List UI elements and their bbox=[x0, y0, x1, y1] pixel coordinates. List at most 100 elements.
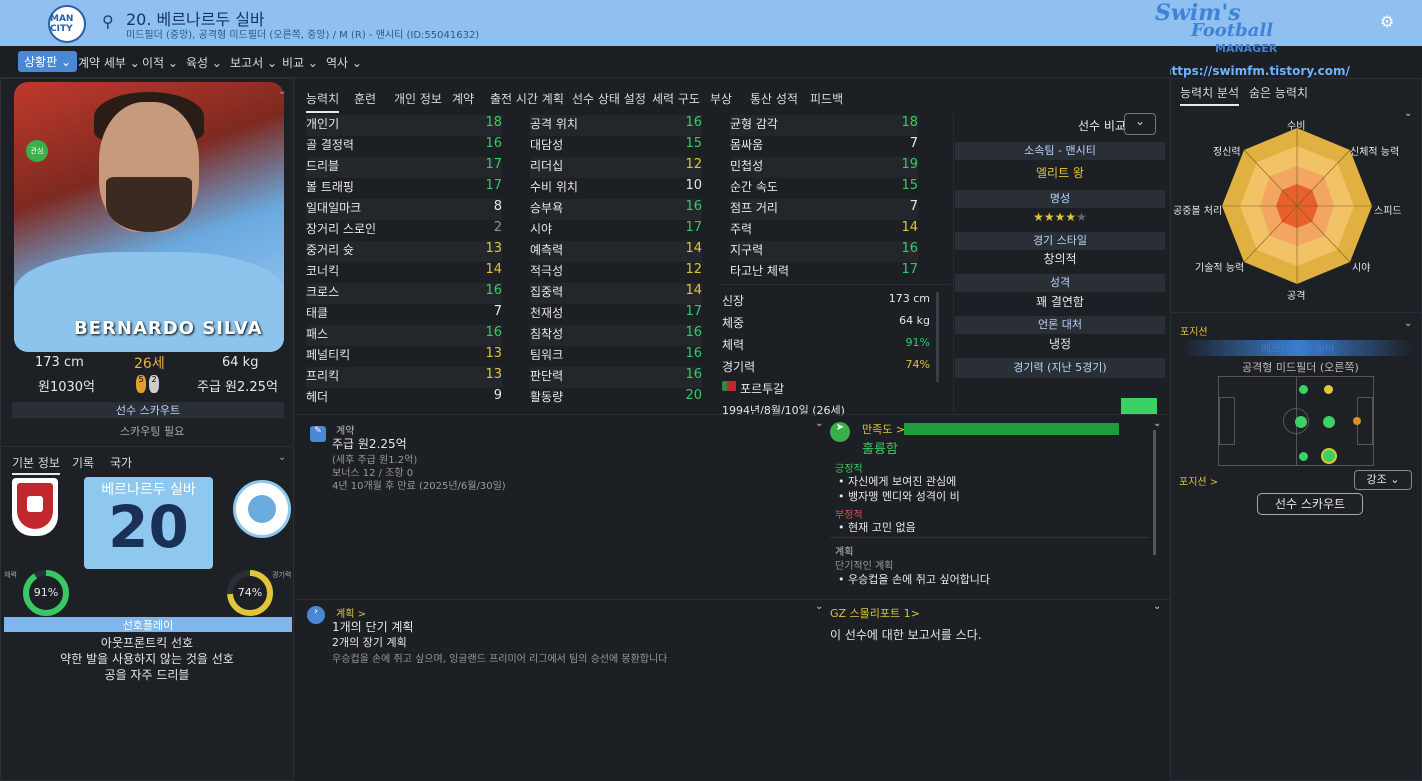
attribute-row[interactable]: 코너킥 14 bbox=[306, 262, 502, 283]
attribute-row[interactable]: 공격 위치 16 bbox=[530, 115, 702, 136]
attribute-value: 16 bbox=[685, 346, 702, 361]
tab-personal[interactable]: 개인 정보 bbox=[394, 90, 442, 107]
attribute-value: 18 bbox=[901, 115, 918, 130]
scout-player-button[interactable]: 선수 스카우트 bbox=[1257, 493, 1363, 515]
club-header: 소속팀 - 맨시티 bbox=[955, 142, 1165, 160]
compare-dropdown[interactable]: ⌄ bbox=[1124, 113, 1156, 135]
search-icon[interactable]: ⚲ bbox=[102, 12, 114, 31]
attribute-row[interactable]: 집중력 14 bbox=[530, 283, 702, 304]
menu-report[interactable]: 보고서 ⌄ bbox=[230, 54, 277, 71]
attribute-row[interactable]: 시야 17 bbox=[530, 220, 702, 241]
attribute-value: 16 bbox=[485, 325, 502, 340]
chevron-down-icon[interactable]: ⌄ bbox=[1153, 601, 1161, 612]
attribute-value: 10 bbox=[685, 178, 702, 193]
attribute-row[interactable]: 볼 트래핑 17 bbox=[306, 178, 502, 199]
chevron-down-icon[interactable]: ⌄ bbox=[278, 452, 286, 463]
menu-history[interactable]: 역사 ⌄ bbox=[326, 54, 362, 71]
attribute-row[interactable]: 리더십 12 bbox=[530, 157, 702, 178]
attribute-label: 중거리 슛 bbox=[306, 243, 354, 257]
chevron-down-icon[interactable]: ⌄ bbox=[278, 86, 286, 97]
tab-attr-analysis[interactable]: 능력치 분석 bbox=[1180, 84, 1240, 106]
attribute-row[interactable]: 판단력 16 bbox=[530, 367, 702, 388]
attribute-value: 16 bbox=[485, 283, 502, 298]
attribute-label: 코너킥 bbox=[306, 264, 340, 278]
attribute-row[interactable]: 프리킥 13 bbox=[306, 367, 502, 388]
physical-row: 체중 64 kg bbox=[722, 314, 930, 335]
attribute-row[interactable]: 균형 감각 18 bbox=[730, 115, 918, 136]
tab-basic-info[interactable]: 기본 정보 bbox=[12, 454, 60, 475]
attribute-row[interactable]: 민첩성 19 bbox=[730, 157, 918, 178]
radar-label: 수비 bbox=[1287, 121, 1306, 132]
attribute-row[interactable]: 개인기 18 bbox=[306, 115, 502, 136]
attribute-row[interactable]: 일대일마크 8 bbox=[306, 199, 502, 220]
position-link[interactable]: 포지션 > bbox=[1179, 473, 1218, 488]
form-header: 경기력 (지난 5경기) bbox=[955, 358, 1165, 378]
menu-overview[interactable]: 상황판 ⌄ bbox=[18, 51, 77, 72]
attribute-row[interactable]: 천재성 17 bbox=[530, 304, 702, 325]
attribute-row[interactable]: 수비 위치 10 bbox=[530, 178, 702, 199]
chevron-down-icon[interactable]: ⌄ bbox=[815, 601, 823, 612]
attribute-label: 대담성 bbox=[530, 138, 564, 152]
attribute-row[interactable]: 팀워크 16 bbox=[530, 346, 702, 367]
attribute-row[interactable]: 태클 7 bbox=[306, 304, 502, 325]
helmet-icon[interactable]: ⚙ bbox=[1380, 12, 1394, 31]
attribute-value: 12 bbox=[685, 262, 702, 277]
attribute-row[interactable]: 지구력 16 bbox=[730, 241, 918, 262]
tab-career[interactable]: 통산 성적 bbox=[750, 90, 798, 107]
tab-feedback[interactable]: 피드백 bbox=[810, 90, 843, 107]
attribute-row[interactable]: 주력 14 bbox=[730, 220, 918, 241]
physical-row: 신장 173 cm bbox=[722, 292, 930, 313]
chevron-down-icon[interactable]: ⌄ bbox=[1404, 318, 1412, 329]
attribute-row[interactable]: 침착성 16 bbox=[530, 325, 702, 346]
attribute-row[interactable]: 크로스 16 bbox=[306, 283, 502, 304]
radar-label: 공격 bbox=[1287, 291, 1306, 302]
chevron-down-icon[interactable]: ⌄ bbox=[1404, 108, 1412, 119]
menu-contract[interactable]: 계약 세부 ⌄ bbox=[78, 54, 140, 71]
tab-records[interactable]: 기록 bbox=[72, 454, 94, 471]
media-header: 언론 대처 bbox=[955, 316, 1165, 334]
club-status: 엘리트 왕 bbox=[1036, 166, 1084, 180]
attribute-row[interactable]: 패스 16 bbox=[306, 325, 502, 346]
menu-transfer[interactable]: 이적 ⌄ bbox=[142, 54, 178, 71]
attribute-row[interactable]: 활동량 20 bbox=[530, 388, 702, 409]
tab-nation[interactable]: 국가 bbox=[110, 454, 132, 471]
report-label[interactable]: GZ 스몰리포트 1> bbox=[830, 605, 920, 621]
tab-dynamics[interactable]: 세력 구도 bbox=[652, 90, 700, 107]
attribute-row[interactable]: 적극성 12 bbox=[530, 262, 702, 283]
attribute-row[interactable]: 헤더 9 bbox=[306, 388, 502, 409]
chevron-down-icon[interactable]: ⌄ bbox=[815, 418, 823, 429]
menu-compare[interactable]: 비교 ⌄ bbox=[282, 54, 318, 71]
tab-contract[interactable]: 계약 bbox=[452, 90, 474, 107]
chevron-down-icon[interactable]: ⌄ bbox=[1153, 418, 1161, 429]
physical-label: 체력 bbox=[722, 338, 745, 352]
tab-playing-time[interactable]: 출전 시간 계획 bbox=[490, 90, 564, 107]
menu-develop[interactable]: 육성 ⌄ bbox=[186, 54, 222, 71]
club-crest[interactable]: MAN CITY bbox=[48, 5, 86, 43]
attribute-row[interactable]: 몸싸움 7 bbox=[730, 136, 918, 157]
tab-attributes[interactable]: 능력치 bbox=[306, 90, 340, 113]
attribute-row[interactable]: 승부욕 16 bbox=[530, 199, 702, 220]
attribute-row[interactable]: 중거리 슛 13 bbox=[306, 241, 502, 262]
radar-label: 기술적 능력 bbox=[1195, 263, 1245, 274]
attribute-row[interactable]: 대담성 15 bbox=[530, 136, 702, 157]
attribute-row[interactable]: 예측력 14 bbox=[530, 241, 702, 262]
attribute-label: 순간 속도 bbox=[730, 180, 778, 194]
attribute-row[interactable]: 드리블 17 bbox=[306, 157, 502, 178]
emphasis-dropdown[interactable]: 강조 ⌄ bbox=[1354, 470, 1412, 490]
reputation-stars: ★★★★★ bbox=[1033, 210, 1087, 224]
attribute-row[interactable]: 페널티킥 13 bbox=[306, 346, 502, 367]
happiness-label[interactable]: 만족도 > bbox=[862, 421, 905, 437]
attribute-row[interactable]: 점프 거리 7 bbox=[730, 199, 918, 220]
attribute-row[interactable]: 타고난 체력 17 bbox=[730, 262, 918, 283]
attribute-row[interactable]: 장거리 스로인 2 bbox=[306, 220, 502, 241]
tab-injury[interactable]: 부상 bbox=[710, 90, 732, 107]
interest-badge[interactable]: 관심 bbox=[26, 140, 48, 162]
tab-training[interactable]: 훈련 bbox=[354, 90, 376, 107]
preferred-item: 아웃프론트킥 선호 bbox=[100, 636, 194, 650]
height-value: 173 cm bbox=[35, 355, 84, 370]
attribute-row[interactable]: 골 결정력 16 bbox=[306, 136, 502, 157]
attribute-row[interactable]: 순간 속도 15 bbox=[730, 178, 918, 199]
tab-status[interactable]: 선수 상태 설정 bbox=[572, 90, 646, 107]
tab-hidden-attrs[interactable]: 숨은 능력치 bbox=[1249, 84, 1308, 101]
physical-label: 체중 bbox=[722, 316, 745, 330]
